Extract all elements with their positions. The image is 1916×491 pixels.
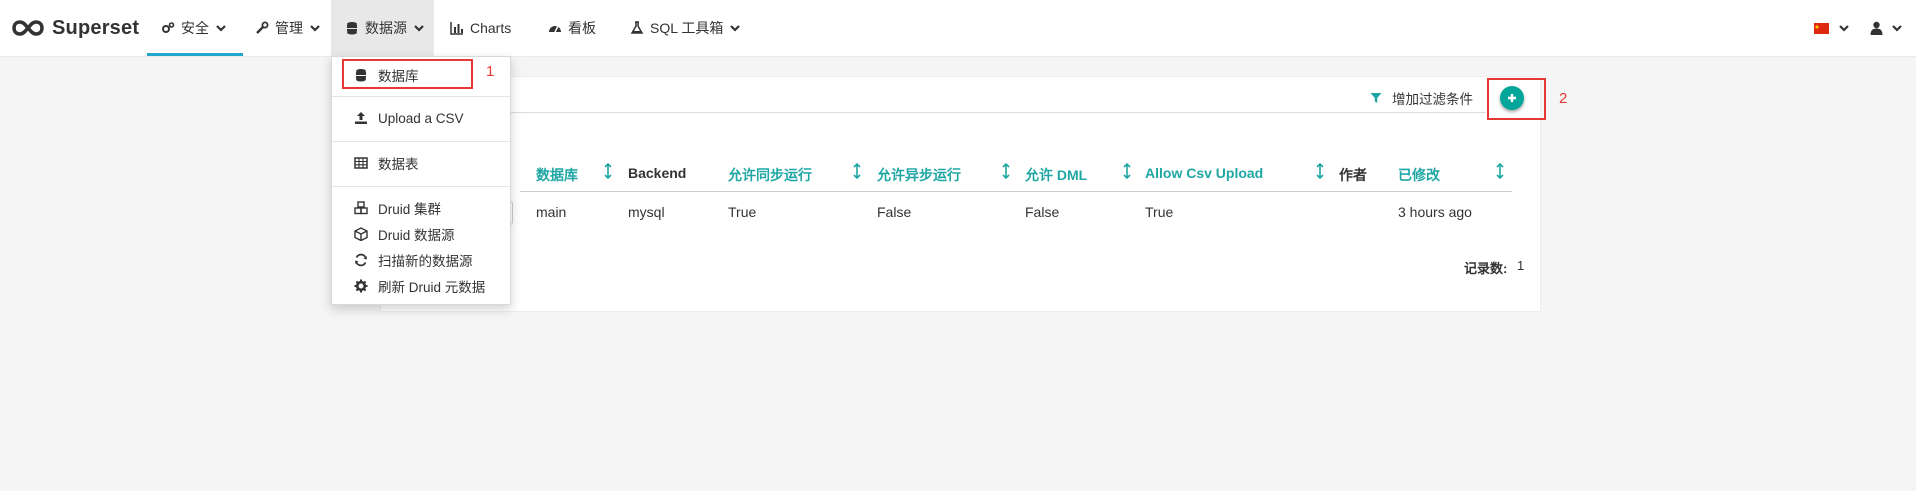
menu-item-tables-label: 数据表 [378, 157, 419, 172]
superset-logo-icon [12, 20, 44, 36]
menu-item-upload-csv-label: Upload a CSV [378, 110, 464, 126]
annotation-label-1: 1 [486, 63, 495, 80]
nav-sql-lab[interactable]: SQL 工具箱 [630, 0, 741, 56]
cell-allow-dml: False [1025, 204, 1060, 220]
sort-icon[interactable] [1001, 163, 1011, 179]
sort-icon[interactable] [603, 163, 613, 179]
col-header-allow-dml[interactable]: 允许 DML [1025, 165, 1087, 185]
cell-allow-run-sync: True [728, 204, 757, 220]
cell-backend: mysql [628, 204, 665, 220]
chevron-down-icon [414, 25, 424, 32]
menu-divider [332, 96, 510, 97]
chevron-down-icon [216, 25, 226, 32]
nav-manage-label: 管理 [275, 20, 303, 36]
menu-item-scan-new-datasources[interactable]: 扫描新的数据源 [332, 247, 510, 273]
filter-divider [380, 112, 1486, 113]
menu-item-tables[interactable]: 数据表 [332, 150, 510, 176]
highlight-box-add-button [1487, 78, 1546, 120]
menu-item-scan-new-datasources-label: 扫描新的数据源 [378, 254, 473, 269]
cell-allow-csv-upload: True [1145, 204, 1174, 220]
active-nav-indicator [147, 53, 243, 56]
language-menu[interactable] [1814, 20, 1850, 36]
nav-security[interactable]: 安全 [161, 0, 227, 56]
nav-sources[interactable]: 数据源 [331, 0, 434, 56]
upload-icon [355, 112, 367, 124]
nav-dashboards[interactable]: 看板 [548, 0, 596, 56]
user-icon [1870, 21, 1883, 35]
sort-icon[interactable] [1495, 163, 1505, 179]
dashboard-icon [549, 25, 561, 33]
nav-sources-label: 数据源 [365, 20, 407, 36]
add-filter-button[interactable]: 增加过滤条件 [1370, 89, 1473, 107]
filter-icon [1370, 93, 1382, 103]
record-count-label: 记录数: [1464, 261, 1508, 276]
sort-icon[interactable] [1315, 163, 1325, 179]
menu-item-druid-clusters-label: Druid 集群 [378, 202, 442, 217]
menu-divider [332, 186, 510, 187]
nav-charts-label: Charts [470, 20, 512, 36]
bar-chart-icon [450, 22, 463, 35]
cube-icon [354, 227, 368, 241]
sort-icon[interactable] [852, 163, 862, 179]
menu-item-druid-clusters[interactable]: Druid 集群 [332, 195, 510, 221]
cog-icon [354, 279, 368, 293]
menu-item-refresh-druid-metadata[interactable]: 刷新 Druid 元数据 [332, 273, 510, 299]
highlight-box-databases [342, 59, 473, 89]
menu-item-druid-datasources-label: Druid 数据源 [378, 228, 455, 243]
chevron-down-icon [1839, 25, 1849, 32]
database-icon [347, 22, 357, 35]
table-header-divider [520, 191, 1512, 192]
col-header-allow-csv-upload[interactable]: Allow Csv Upload [1145, 165, 1263, 181]
user-menu[interactable] [1870, 20, 1903, 36]
col-header-database[interactable]: 数据库 [536, 165, 578, 185]
table-icon [354, 157, 368, 169]
sources-dropdown-menu: 数据库 Upload a CSV 数据表 Druid 集群 Druid 数据源 … [331, 56, 511, 305]
chevron-down-icon [730, 25, 741, 32]
annotation-label-2: 2 [1559, 90, 1568, 107]
nav-dashboards-label: 看板 [568, 20, 596, 36]
cell-database[interactable]: main [536, 204, 566, 220]
flag-icon [1814, 22, 1829, 34]
sort-icon[interactable] [1122, 163, 1132, 179]
record-count-value: 1 [1517, 258, 1525, 273]
brand-name: Superset [52, 16, 140, 39]
add-filter-label: 增加过滤条件 [1392, 92, 1473, 107]
cogs-icon [162, 22, 175, 33]
menu-divider [332, 141, 510, 142]
nav-sql-lab-label: SQL 工具箱 [650, 20, 724, 36]
brand[interactable]: Superset [12, 14, 139, 42]
col-header-allow-run-async[interactable]: 允许异步运行 [877, 165, 961, 185]
chevron-down-icon [310, 25, 320, 32]
nav-security-label: 安全 [181, 20, 209, 36]
cubes-icon [354, 201, 368, 215]
col-header-creator: 作者 [1339, 167, 1367, 183]
col-header-backend: Backend [628, 165, 687, 181]
cell-allow-run-async: False [877, 204, 912, 220]
menu-item-upload-csv[interactable]: Upload a CSV [332, 105, 510, 131]
flask-icon [630, 21, 644, 34]
nav-charts[interactable]: Charts [450, 0, 511, 56]
col-header-modified[interactable]: 已修改 [1398, 165, 1440, 185]
nav-manage[interactable]: 管理 [255, 0, 321, 56]
col-header-allow-run-sync[interactable]: 允许同步运行 [728, 165, 812, 185]
refresh-icon [355, 253, 367, 267]
cell-modified: 3 hours ago [1398, 204, 1472, 220]
top-navbar: Superset 安全 管理 数据源 Charts 看板 SQL 工具箱 [0, 0, 1916, 57]
menu-item-druid-datasources[interactable]: Druid 数据源 [332, 221, 510, 247]
wrench-icon [256, 21, 269, 34]
menu-item-refresh-druid-metadata-label: 刷新 Druid 元数据 [378, 280, 486, 295]
chevron-down-icon [1892, 25, 1902, 32]
